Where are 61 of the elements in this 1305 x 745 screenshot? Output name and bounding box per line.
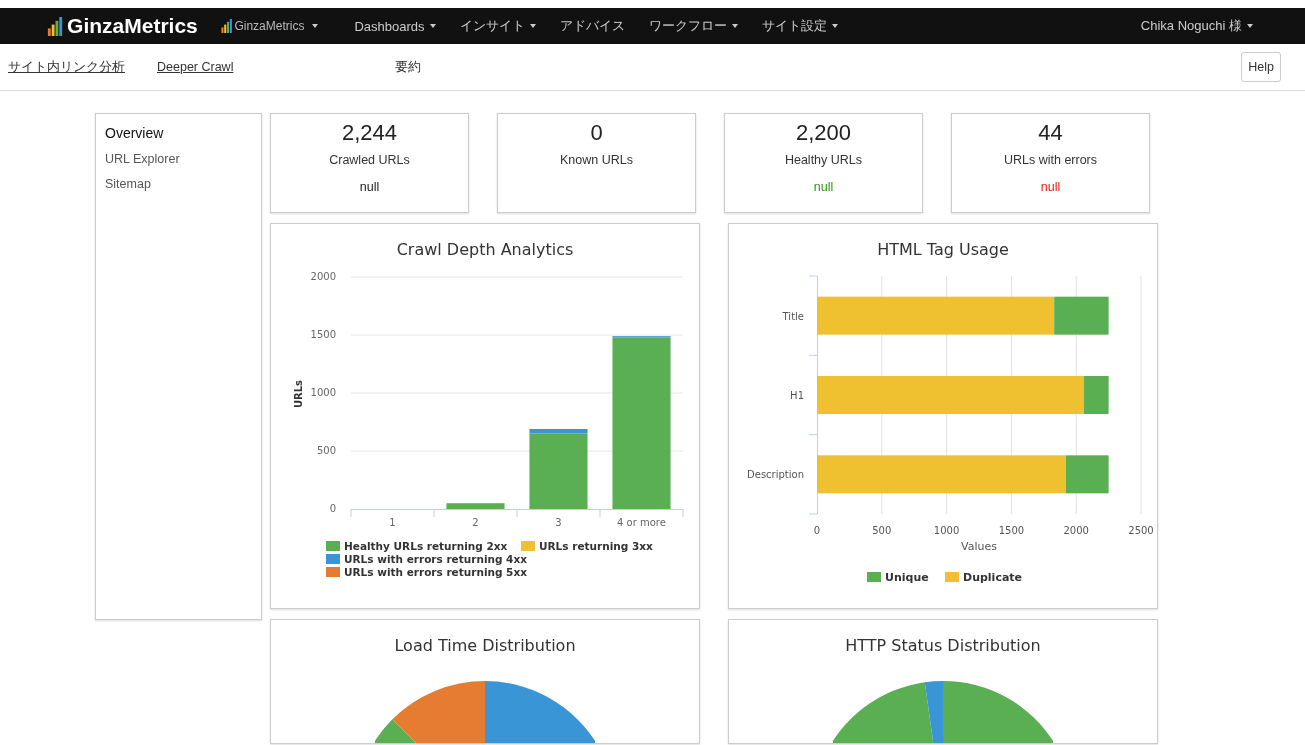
bar-chart-logo-icon [46,16,64,36]
axis-title: Values [961,540,997,553]
axis-tick-label: 2 [472,517,479,528]
subnav-tab[interactable]: Deeper Crawl [157,60,234,74]
stat-label: Known URLs [560,153,633,167]
nav-menu[interactable]: ワークフロー [648,17,738,35]
bar [446,503,505,509]
legend-label[interactable]: URLs with errors returning 5xx [344,566,527,578]
bar-chart-logo-icon [219,19,233,33]
nav-menu[interactable]: サイト設定 [761,17,838,35]
caret-icon [1247,24,1253,28]
axis-tick-label: 0 [329,503,336,514]
axis-tick-label: 2000 [1063,525,1089,536]
axis-tick-label: Title [782,310,804,322]
stat-value: 2,200 [795,120,852,146]
help-button[interactable]: Help [1241,52,1281,82]
subnav-tab[interactable]: 要約 [395,58,422,76]
stat-label: Healthy URLs [784,153,863,167]
sidebar-item[interactable]: URL Explorer [105,152,261,166]
axis-tick-label: H1 [790,390,804,401]
axis-tick-label: 4 or more [617,517,666,528]
axis-tick-label: 1000 [310,387,336,398]
axis-tick-label: Description [747,469,804,481]
stat-label: Crawled URLs [329,153,410,167]
axis-tick-label: 3 [555,517,562,528]
axis-tick-label: 1500 [998,525,1025,536]
site-dropdown[interactable]: GinzaMetrics [219,19,319,33]
axis-tick-label: 1000 [933,525,960,536]
legend-label[interactable]: Healthy URLs returning 2xx [344,540,508,552]
legend-label[interactable]: Unique [885,571,929,584]
axis-tick-label: 500 [872,525,892,536]
stat-note: null [1040,180,1061,194]
axis-tick-label: 500 [316,445,336,456]
stat-note: null [359,180,380,194]
legend-label[interactable]: Duplicate [963,571,1023,584]
caret-icon [312,24,319,28]
stat-label: URLs with errors [1003,153,1098,167]
axis-tick-label: 2500 [1128,525,1154,536]
subnav-tab[interactable]: サイト内リンク分析 [8,58,125,76]
chart-title: Load Time Distribution [393,635,577,657]
axis-tick-label: 1500 [310,329,336,340]
nav-menu[interactable]: インサイト [459,17,536,35]
chart-title: Crawl Depth Analytics [395,239,575,261]
axis-tick-label: 1 [389,517,396,528]
nav-menu[interactable]: アドバイス [559,17,625,35]
axis-tick-label: 2000 [310,271,336,282]
stat-note: null [813,180,834,194]
user-menu[interactable]: Chika Noguchi 様 [1140,17,1253,35]
stat-value: 2,244 [341,120,398,146]
chart-title: HTML Tag Usage [876,239,1010,261]
brand-name[interactable]: GinzaMetrics [67,14,198,38]
legend-label[interactable]: URLs with errors returning 4xx [344,553,527,565]
axis-title: URLs [293,379,304,409]
legend-label[interactable]: URLs returning 3xx [539,540,653,552]
stat-value: 0 [590,120,603,146]
sidebar-item[interactable]: Sitemap [105,177,261,191]
axis-tick-label: 0 [813,525,821,536]
sidebar-item[interactable]: Overview [105,125,261,141]
stat-value: 44 [1038,120,1063,146]
chart-title: HTTP Status Distribution [844,635,1042,657]
nav-menu[interactable]: Dashboards [354,18,436,34]
